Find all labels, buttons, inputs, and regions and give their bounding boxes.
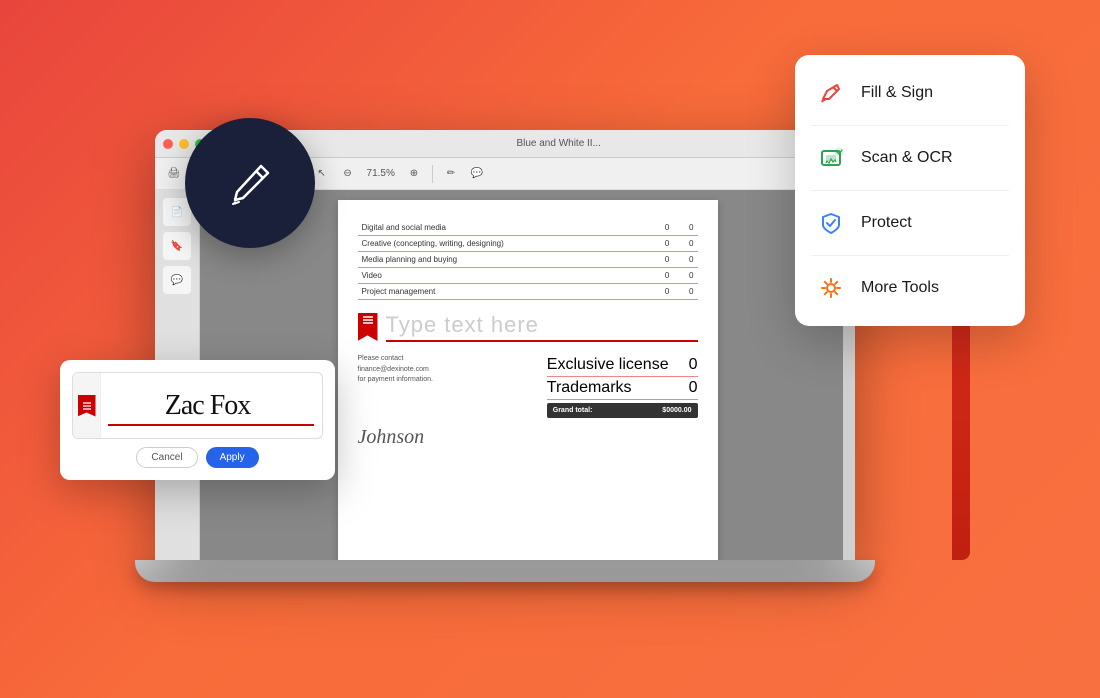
more-tools-icon <box>815 272 847 304</box>
scan-ocr-icon <box>815 142 847 174</box>
laptop-base <box>135 560 875 582</box>
table-cell-val2: 0 <box>673 252 697 268</box>
tool-item-protect[interactable]: Protect <box>795 193 1025 253</box>
toolbar-divider-3 <box>432 165 433 183</box>
adobe-bookmark-icon <box>358 313 378 341</box>
text-input-line[interactable]: Type text here <box>386 312 698 342</box>
toolbar-edit[interactable]: ✏ <box>440 163 462 185</box>
fill-sign-icon <box>815 77 847 109</box>
grand-total-row: Grand total: $0000.00 <box>547 403 698 418</box>
toolbar-zoom-in[interactable]: ⊕ <box>403 163 425 185</box>
contact-text-line2: finance@dexinote.com <box>358 365 433 376</box>
sig-panel-left-bar <box>73 373 101 438</box>
toolbar-zoom-out[interactable]: ⊖ <box>337 163 359 185</box>
table-row: Digital and social media 0 0 <box>358 220 698 236</box>
signature-text: Zac Fox <box>165 390 251 422</box>
apply-button[interactable]: Apply <box>206 447 259 468</box>
pdf-page: Digital and social media 0 0 Creative (c… <box>338 200 718 560</box>
contact-text-line1: Please contact <box>358 354 433 365</box>
totals-section: Exclusive license 0 Trademarks 0 Grand t… <box>547 354 698 418</box>
signature-area: Johnson <box>358 426 698 449</box>
exclusive-license-row: Exclusive license 0 <box>547 354 698 377</box>
signature-underline <box>108 424 314 426</box>
table-cell-val2: 0 <box>673 236 697 252</box>
pdf-bottom-section: Please contact finance@dexinote.com for … <box>358 354 698 418</box>
minimize-dot[interactable] <box>179 139 189 149</box>
table-cell-label: Media planning and buying <box>358 252 650 268</box>
sidebar-bookmark-icon[interactable]: 🔖 <box>163 232 191 260</box>
contact-info: Please contact finance@dexinote.com for … <box>358 354 433 418</box>
table-cell-label: Digital and social media <box>358 220 650 236</box>
trademarks-row: Trademarks 0 <box>547 377 698 400</box>
protect-icon <box>815 207 847 239</box>
table-cell-val1: 0 <box>649 268 673 284</box>
close-dot[interactable] <box>163 139 173 149</box>
table-cell-label: Video <box>358 268 650 284</box>
app-icon-circle <box>185 118 315 248</box>
zoom-level: 71.5% <box>363 168 399 179</box>
table-row: Creative (concepting, writing, designing… <box>358 236 698 252</box>
adobe-icon-small <box>78 395 96 417</box>
table-cell-val1: 0 <box>649 252 673 268</box>
sidebar-page-icon[interactable]: 📄 <box>163 198 191 226</box>
tools-panel: Fill & Sign Scan & OCR Protect <box>795 55 1025 326</box>
more-tools-label: More Tools <box>861 279 939 297</box>
trademarks-value: 0 <box>689 379 698 397</box>
table-cell-label: Project management <box>358 284 650 300</box>
pdf-table: Digital and social media 0 0 Creative (c… <box>358 220 698 300</box>
fill-sign-label: Fill & Sign <box>861 84 933 102</box>
signature-buttons: Cancel Apply <box>72 447 323 468</box>
tool-divider-2 <box>811 190 1009 191</box>
tool-item-more-tools[interactable]: More Tools <box>795 258 1025 318</box>
tool-item-scan-ocr[interactable]: Scan & OCR <box>795 128 1025 188</box>
contact-text-line3: for payment information. <box>358 375 433 386</box>
cancel-button[interactable]: Cancel <box>136 447 197 468</box>
trademarks-label: Trademarks <box>547 379 632 397</box>
sidebar-comment-icon[interactable]: 💬 <box>163 266 191 294</box>
type-text-placeholder: Type text here <box>386 312 539 337</box>
window-title: Blue and White II... <box>516 138 601 149</box>
table-row: Video 0 0 <box>358 268 698 284</box>
table-cell-val2: 0 <box>673 268 697 284</box>
exclusive-license-value: 0 <box>689 356 698 374</box>
signature-panel: Zac Fox Cancel Apply <box>60 360 335 480</box>
toolbar-comment[interactable]: 💬 <box>466 163 488 185</box>
protect-label: Protect <box>861 214 912 232</box>
type-text-area[interactable]: Type text here <box>358 312 698 342</box>
toolbar-print[interactable]: 🖨 <box>163 163 185 185</box>
table-cell-val1: 0 <box>649 220 673 236</box>
signature-drawing-area[interactable]: Zac Fox <box>72 372 323 439</box>
grand-total-value: $0000.00 <box>662 407 691 414</box>
table-row: Media planning and buying 0 0 <box>358 252 698 268</box>
scan-ocr-label: Scan & OCR <box>861 149 953 167</box>
tool-divider-1 <box>811 125 1009 126</box>
pen-edit-icon <box>223 156 278 211</box>
table-cell-label: Creative (concepting, writing, designing… <box>358 236 650 252</box>
table-cell-val1: 0 <box>649 284 673 300</box>
table-cell-val1: 0 <box>649 236 673 252</box>
table-cell-val2: 0 <box>673 220 697 236</box>
tool-item-fill-sign[interactable]: Fill & Sign <box>795 63 1025 123</box>
table-row: Project management 0 0 <box>358 284 698 300</box>
table-cell-val2: 0 <box>673 284 697 300</box>
tool-divider-3 <box>811 255 1009 256</box>
exclusive-license-label: Exclusive license <box>547 356 669 374</box>
grand-total-label: Grand total: <box>553 407 593 414</box>
